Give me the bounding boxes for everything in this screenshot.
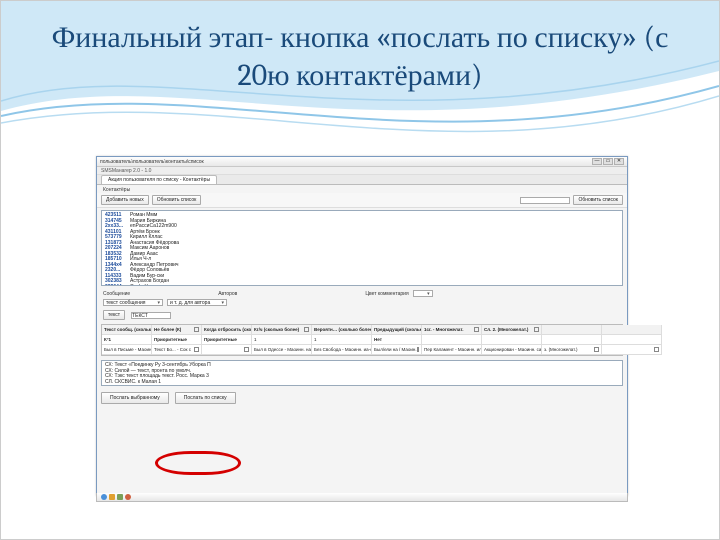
- table-cell[interactable]: Акционирован - Маоинн. сати: [482, 345, 542, 355]
- tab-row: Акция пользователя по списку - Контактёр…: [97, 175, 627, 185]
- table-cell: Приоритетные: [202, 335, 252, 345]
- contacts-toolbar: Добавить новых Обновить список Обновить …: [97, 193, 627, 208]
- chevron-down-icon: ▾: [221, 300, 224, 306]
- refresh-button[interactable]: Обновить список: [573, 195, 623, 205]
- open-button[interactable]: Обновить список: [152, 195, 202, 205]
- message-template-combo[interactable]: текст сообщения▾: [103, 299, 163, 306]
- notes-panel[interactable]: СХ: Текст «Поединку Ру 3-сентябрь Уборка…: [101, 360, 623, 386]
- table-cell: Нет: [372, 335, 422, 345]
- table-cell[interactable]: Текст Бо... - Сок с: [152, 345, 202, 355]
- col-header[interactable]: Кг/ч (сколько более): [252, 325, 312, 335]
- col-header[interactable]: Сл. 2. (Многожелат.): [482, 325, 542, 335]
- col-header[interactable]: Предыдущий (сколько): [372, 325, 422, 335]
- table-cell[interactable]: [202, 345, 252, 355]
- col-header[interactable]: [602, 325, 662, 335]
- msg-text-button[interactable]: текст: [103, 310, 125, 320]
- section-label-contacts: Контактёры: [97, 185, 627, 193]
- col-header[interactable]: Текст сообщ. (сколько): [102, 325, 152, 335]
- start-icon[interactable]: [101, 494, 107, 500]
- table-cell[interactable]: з. (Многожелат.): [542, 345, 602, 355]
- taskbar-app-icon[interactable]: [117, 494, 123, 500]
- params-grid: Текст сообщ. (сколько) Не более (К) Когд…: [101, 324, 623, 356]
- col-header[interactable]: Когда отбросить (сколько): [202, 325, 252, 335]
- msg-text-input[interactable]: ТЕКСТ: [131, 312, 171, 319]
- table-cell[interactable]: Был в Письме - Маоинн..: [102, 345, 152, 355]
- table-cell[interactable]: Был/ели на / Маоин.: [372, 345, 422, 355]
- table-cell[interactable]: Без Свобода - Маоинн. иа-саа-..: [312, 345, 372, 355]
- table-cell[interactable]: Был в Одессе - Маоинн. нацнач.: [252, 345, 312, 355]
- table-cell: 1: [252, 335, 312, 345]
- list-item: 222044С. сh. Ульяина: [105, 285, 619, 287]
- window-titlebar[interactable]: пользователь\пользователь\контакты\списо…: [97, 157, 627, 167]
- window-maximize-button[interactable]: ▭: [603, 158, 613, 165]
- window-close-button[interactable]: ✕: [614, 158, 624, 165]
- table-cell: [542, 335, 602, 345]
- col-header[interactable]: Не более (К): [152, 325, 202, 335]
- label-message: Сообщение: [103, 291, 130, 297]
- slide-title: Финальный этап- кнопка «послать по списк…: [1, 1, 719, 94]
- chevron-down-icon: ▾: [157, 300, 160, 306]
- tab-contacts[interactable]: Акция пользователя по списку - Контактёр…: [101, 175, 217, 184]
- search-input[interactable]: [520, 197, 570, 204]
- table-cell[interactable]: Пер Каламент - Маоинн. илопит/Да: [422, 345, 482, 355]
- col-header[interactable]: Вероятн… (сколько более): [312, 325, 372, 335]
- window-minimize-button[interactable]: —: [592, 158, 602, 165]
- table-cell: К°1: [102, 335, 152, 345]
- table-cell: [422, 335, 482, 345]
- label-author: Авторов: [218, 291, 237, 297]
- app-window: пользователь\пользователь\контакты\списо…: [96, 156, 628, 496]
- send-selected-button[interactable]: Послать выбранному: [101, 392, 169, 404]
- taskbar-app-icon[interactable]: [109, 494, 115, 500]
- note-line: СЛ. СКСВИС. к Малая 1: [105, 380, 619, 386]
- os-taskbar[interactable]: [96, 493, 628, 502]
- window-subtitle-bar: SMSМанагер 2.0 - 1.0: [97, 167, 627, 175]
- chevron-down-icon[interactable]: ▾: [427, 291, 430, 297]
- contacts-list[interactable]: 423511Роман Ммм 314745Мария Биркина 2xx3…: [101, 210, 623, 286]
- send-by-list-button[interactable]: Послать по списку: [175, 392, 236, 404]
- table-cell[interactable]: [602, 345, 662, 355]
- author-combo[interactable]: и т. д. для автора▾: [167, 299, 227, 306]
- taskbar-app-icon[interactable]: [125, 494, 131, 500]
- bottom-action-bar: Послать выбранному Послать по списку: [101, 392, 623, 404]
- table-cell: [602, 335, 662, 345]
- col-header[interactable]: 1сг. - Многожелат.: [422, 325, 482, 335]
- add-button[interactable]: Добавить новых: [101, 195, 149, 205]
- window-title-path: пользователь\пользователь\контакты\списо…: [100, 159, 204, 165]
- label-comment-color: Цвет комментария: [365, 291, 408, 297]
- table-cell: [482, 335, 542, 345]
- table-cell: Приоритетные: [152, 335, 202, 345]
- message-config-row: Сообщение Авторов Цвет комментария ▾: [97, 288, 627, 299]
- table-cell: 1: [312, 335, 372, 345]
- col-header[interactable]: [542, 325, 602, 335]
